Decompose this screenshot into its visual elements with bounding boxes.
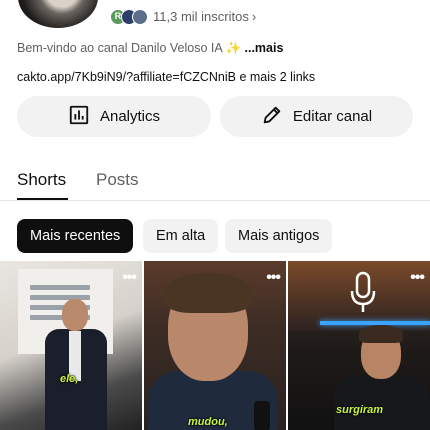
tab-posts[interactable]: Posts: [96, 170, 139, 190]
channel-avatar[interactable]: [18, 0, 98, 28]
edit-channel-button[interactable]: Editar canal: [220, 96, 413, 137]
subscriber-count-label: 11,3 mil inscritos: [153, 9, 249, 24]
channel-tabs: Shorts Posts: [0, 160, 430, 200]
more-vert-icon[interactable]: •••: [122, 269, 137, 287]
filter-chip-oldest[interactable]: Mais antigos: [225, 219, 333, 253]
microphone-icon: [348, 271, 378, 315]
short-caption: mudou,: [188, 416, 228, 428]
channel-description[interactable]: Bem-vindo ao canal Danilo Veloso IA ✨ ..…: [17, 41, 283, 56]
bar-chart-icon: [68, 104, 90, 130]
short-thumbnail[interactable]: ••• mudou,: [144, 261, 286, 430]
subscriber-avatar: [132, 9, 148, 25]
description-text: Bem-vindo ao canal Danilo Veloso IA ✨: [17, 41, 242, 55]
short-caption: surgiram: [336, 404, 384, 416]
more-vert-icon[interactable]: •••: [266, 269, 281, 287]
tab-shorts[interactable]: Shorts: [17, 170, 66, 190]
more-vert-icon[interactable]: •••: [410, 269, 425, 287]
shorts-grid: ••• ele, ••• mudou, ••• surgiram: [0, 261, 430, 430]
analytics-button[interactable]: Analytics: [17, 96, 211, 137]
subscriber-avatars: R: [110, 9, 152, 25]
channel-header: R 11,3 mil inscritos ›: [0, 0, 430, 30]
analytics-label: Analytics: [99, 108, 161, 125]
pencil-icon: [261, 104, 283, 130]
short-thumbnail[interactable]: ••• surgiram: [288, 261, 430, 430]
description-more-link[interactable]: ...mais: [245, 41, 284, 55]
thumbnail-image: [45, 299, 107, 430]
subscriber-count[interactable]: 11,3 mil inscritos ›: [153, 9, 256, 24]
filter-chip-trending[interactable]: Em alta: [143, 219, 219, 253]
filter-chip-recent[interactable]: Mais recentes: [17, 219, 134, 253]
divider: [0, 200, 430, 201]
edit-channel-label: Editar canal: [292, 108, 373, 125]
channel-links[interactable]: cakto.app/7Kb9iN9/?affiliate=fCZCNniB e …: [17, 70, 315, 84]
chevron-right-icon: ›: [251, 9, 257, 24]
short-thumbnail[interactable]: ••• ele,: [0, 261, 142, 430]
short-caption: ele,: [60, 373, 79, 385]
